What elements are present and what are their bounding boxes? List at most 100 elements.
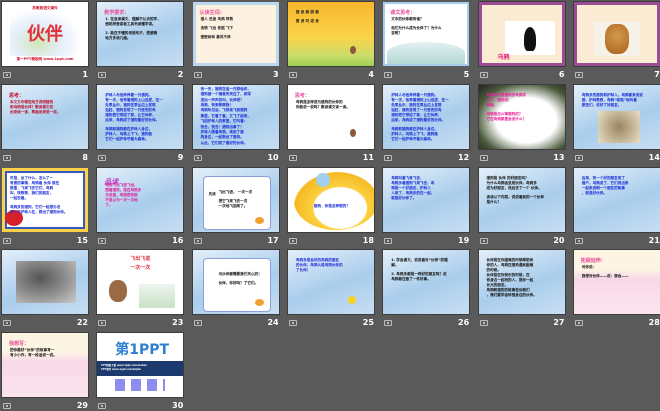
slide-slot: 护林人与他养养着一只猎狗。 有一次，他带着猎狗上山巡逻，在一 处草丛中，猎狗在草丛边… [383,84,470,163]
text-line: 乌鸦飞出飞进飞出， [105,182,138,187]
slide-number: 15 [76,235,88,245]
side-label: 先读 [208,191,216,196]
slide-transition-icon[interactable] [3,403,11,410]
slide-thumbnail[interactable]: 后来，有一个好的朋友来了 猎户，乌鸦说了，它们说出来 一起来说明一个朋友的故事 ，就是… [573,167,660,232]
slide-thumbnail[interactable]: 飞出飞进 一次一次 [97,250,184,315]
slide-thumbnail[interactable]: 猎狗是 伙伴 的好朋友吗？ 为什么乌鸦会变成伙伴，鸟鸦多 成为好朋友，然后去了一个 … [478,167,565,232]
slide-transition-icon[interactable] [3,320,11,327]
slide-transition-icon[interactable] [3,237,11,244]
slide-thumbnail[interactable]: 认读生词： 猎人 迅速 鸟鸦 呼救 食物 飞出 依据 飞下 密密树林 暴风不停 [192,2,279,66]
slide-transition-icon[interactable] [98,403,107,410]
slide-slot: 思考： 本文文中哪些地方说明猎狗 和乌鸦是伙伴？默读课文找 出来读一读，再画出来说一说… [2,84,88,163]
slide-thumbnail[interactable]: 品读 乌鸦飞出飞进飞出， 围着猎狗，是在鸟鸦多 日说道，鸟鸦很快就 不是以为一次一次地了… [97,167,184,232]
slide-transition-icon[interactable] [574,237,583,244]
rabbit-image [315,172,330,187]
slide-slot: 伙伴 苏教版语文课件 第一PPT模板网 www.1ppt.com 1 [2,2,88,80]
slide-thumbnail[interactable]: 思考： 本文文中哪些地方说明猎狗 和乌鸦是伙伴？默读课文找 出来读一读，再画出来说一说… [2,84,88,149]
slide-transition-icon[interactable] [479,237,488,244]
slide-transition-icon[interactable] [288,320,297,327]
slide-number: 22 [76,318,88,328]
slide-thumbnail[interactable]: 思考： 鸟鸦是怎样成为猎狗的伙伴的 你能说一说吗？默读课文读一读。 [287,84,374,149]
slide-thumbnail[interactable]: 有一天，猎狗在追一只野兔时， 猎狗被一个捕兽夹夹住了，疼得 发出一声声哀叫，伙伴呢？… [192,84,279,149]
slide-number: 2 [177,70,184,79]
text-line: PPT课件 www.1ppt.com/kejian [101,368,142,372]
text-line: 了伙伴！ [295,268,311,273]
slide-body-text: 乌鸦飞出飞进飞出， 围着猎狗，是在鸟鸦多 日说道，鸟鸦很快就 不是以为一次一次地 了。 [105,183,141,208]
slide-transition-icon[interactable] [384,72,393,78]
slide-transition-icon[interactable] [574,154,583,161]
slide-transition-icon[interactable] [98,72,107,78]
slide-thumbnail[interactable]: 伙伴是在你困难的时候帮助你 你的人，鸟鸦在猎狗遇到困难 的时候。 伙伴是在你快乐的时候… [478,250,565,315]
slide-thumbnail[interactable]: 第1PPT PPT模板下载 www.1ppt.com/moban PPT课件 www… [97,333,184,398]
slide-thumbnail[interactable]: 护林人与他养养着一只猎狗。 有一次，他带着猎狗上山巡逻，在一 处草丛中，猎狗在草丛边… [97,84,184,149]
slide-body-text: 本文文中哪些地方说明猎狗 和乌鸦是伙伴？默读课文找 出来读一读，再画出来说一说。 [10,100,60,115]
slide-slot: 7 [573,2,660,80]
slide-thumbnail[interactable]: 1. 学会课文，说说看对“伙伴”的理 解。 2. 鸟鸦多都是一样好的朋友吗？说 鸟鸦都… [383,250,470,315]
slide-slot: 认读生词： 猎人 迅速 鸟鸦 呼救 食物 飞出 依据 飞下 密密树林 暴风不停 3 [192,2,279,80]
slide-number: 23 [172,318,184,328]
dog-shape [604,24,629,54]
slide-transition-icon[interactable] [574,72,583,78]
slide-thumbnail[interactable]: 可是，出了什么，怎么了一 有害的事情，鸟鸦看 伙伴 就在 那里，飞来飞去它们，鸟鸦叫… [2,167,88,232]
hill-drawing [387,42,466,64]
slide-number: 20 [553,235,565,245]
slide-thumbnail[interactable]: 鸟鸦多的猎狗和护林人，乌鸦都来说说 猎，护林救救，鸟鸦“呱呱”地叫着 那些们，说好了… [573,84,660,149]
slide-transition-icon[interactable] [3,154,11,161]
slide-body-text: 文中的伙伴都有谁？ 他们为什么成为伙伴了？为什么 变呢？ [391,17,441,36]
slide-thumbnail[interactable]: 鸟鸦多是会好的鸟鸦的朋友 的伙伴，鸟鸦么是鸟鸦伙伴的 了伙伴！ [287,250,374,315]
slide-title: 教学要求： [104,10,130,16]
slide-title: 课文思考： [390,10,416,16]
slide-transition-icon[interactable] [479,154,488,161]
text-line: 它们一起护林守着大森林。 [391,136,435,141]
slide-transition-icon[interactable] [384,237,393,244]
slide-transition-icon[interactable] [98,320,107,327]
slide-number: 17 [267,235,279,245]
slide-transition-icon[interactable] [193,154,202,161]
slide-thumbnail[interactable]: 课文思考： 文中的伙伴都有谁？ 他们为什么成为伙伴了？为什么 变呢？ [383,2,470,66]
slide-thumbnail[interactable]: 拓展延伸： 对你说： 我想对伙伴——说：我会—— [573,250,660,315]
decor-figure [349,128,356,137]
slide-transition-icon[interactable] [288,237,297,244]
slide-number: 28 [648,318,660,328]
smiley-icon [347,296,356,305]
slide-transition-icon[interactable] [193,72,202,78]
slide-thumbnail[interactable]: 鸟鸦叫着飞来飞去， 鸟鸦多看猎狗飞来飞去，鸟 鸦是一个好朋友，护林人 人来了，鸟鸦多的… [383,167,470,232]
slide-thumbnail[interactable]: 先读 飞出飞进， 一次一次 把它飞来飞去一次 一次地飞回来了。 [192,167,279,232]
slide-transition-icon[interactable] [288,72,297,78]
slide-body-text: 把你最好“伙伴”的故事写一 写小小作，写一段话说一说。 [10,348,57,358]
slide-transition-icon[interactable] [193,320,202,327]
slide-thumbnail[interactable]: 猎 逐 躲 跳 躲害 虎 叼 滚 食 [287,2,374,66]
slide-body-text: 护林人与他养养着一只猎狗。 有一次，他带着猎狗上山巡逻，在一 处草丛中，猎狗在草丛边… [105,93,163,142]
slide-transition-icon[interactable] [574,320,583,327]
slide-thumbnail[interactable]: 教学要求： 1. 在自读课文、理解不认识的字， 借助拼音或者工具书读懂字词。 2. 能… [97,2,184,66]
slide-transition-icon[interactable] [479,320,488,327]
slide-title: 认读生词： [199,10,225,16]
slide-thumbnail[interactable]: 护林人与他养养着一只猎狗。 有一次，他带着猎狗上山巡逻，在一 处草丛中，猎狗在草丛边… [383,84,470,149]
slide-slot: 鸟鸦叫着飞来飞去， 鸟鸦多看猎狗飞来飞去，鸟 鸦是一个好朋友，护林人 人来了，鸟鸦多的… [383,167,470,246]
slide-thumbnail[interactable]: 我想写： 把你最好“伙伴”的故事写一 写小小作，写一段话说一说。 [2,333,88,398]
slide-thumbnail[interactable] [2,250,88,315]
slide-thumbnail[interactable] [573,2,660,66]
crow-shape [523,27,536,51]
slide-thumbnail[interactable]: 与伙伴都需要我们关心的！ 伙伴，你好吗？了它们。 [192,250,279,315]
slide-thumbnail[interactable]: 猎狗，你是怎样想的？ [287,167,374,232]
slide-transition-icon[interactable] [479,72,488,78]
slide-transition-icon[interactable] [98,237,107,244]
slide-body-text: 有一天，猎狗在追一只野兔时， 猎狗被一个捕兽夹夹住了，疼得 发出一声声哀叫，伙伴呢？… [201,87,251,146]
slide-transition-icon[interactable] [98,154,107,161]
slide-transition-icon[interactable] [384,320,393,327]
slide-body-text: 鸟鸦叫着飞来飞去， 鸟鸦多看猎狗飞来飞去，鸟 鸦是一个好朋友，护林人 人来了，鸟鸦多的… [391,176,434,201]
slide-transition-icon[interactable] [193,237,202,244]
slide-thumbnail[interactable]: 鸟鸦多的是猎狗的鸟鸦学 习了，猎狗说： 事情。 鸟鸦是怎么帮猎狗的？ 它在鸟鸦那里会说什… [478,84,565,149]
slide-thumbnail[interactable]: 伙伴 苏教版语文课件 第一PPT模板网 www.1ppt.com [2,2,88,66]
text-line: 你能说一说吗？默读课文读一读。 [295,104,350,109]
text-line: 后来，有一个好的朋友来了 [581,175,625,180]
slide-body-text: 飞出飞进， 一次一次 把它飞来飞去一次 一次地飞回来了。 [219,190,253,209]
text-line: 猎户，乌鸦说了，它们说出来 [581,180,629,185]
text-line: 读读以下内容，说说看到的一个伙伴 [486,194,545,199]
slide-thumbnail[interactable]: 乌鸦 [478,2,565,66]
slide-slot: 第1PPT PPT模板下载 www.1ppt.com/moban PPT课件 www… [97,333,184,411]
slide-transition-icon[interactable] [288,154,297,161]
slide-transition-icon[interactable] [384,154,393,161]
slide-transition-icon[interactable] [3,72,11,78]
